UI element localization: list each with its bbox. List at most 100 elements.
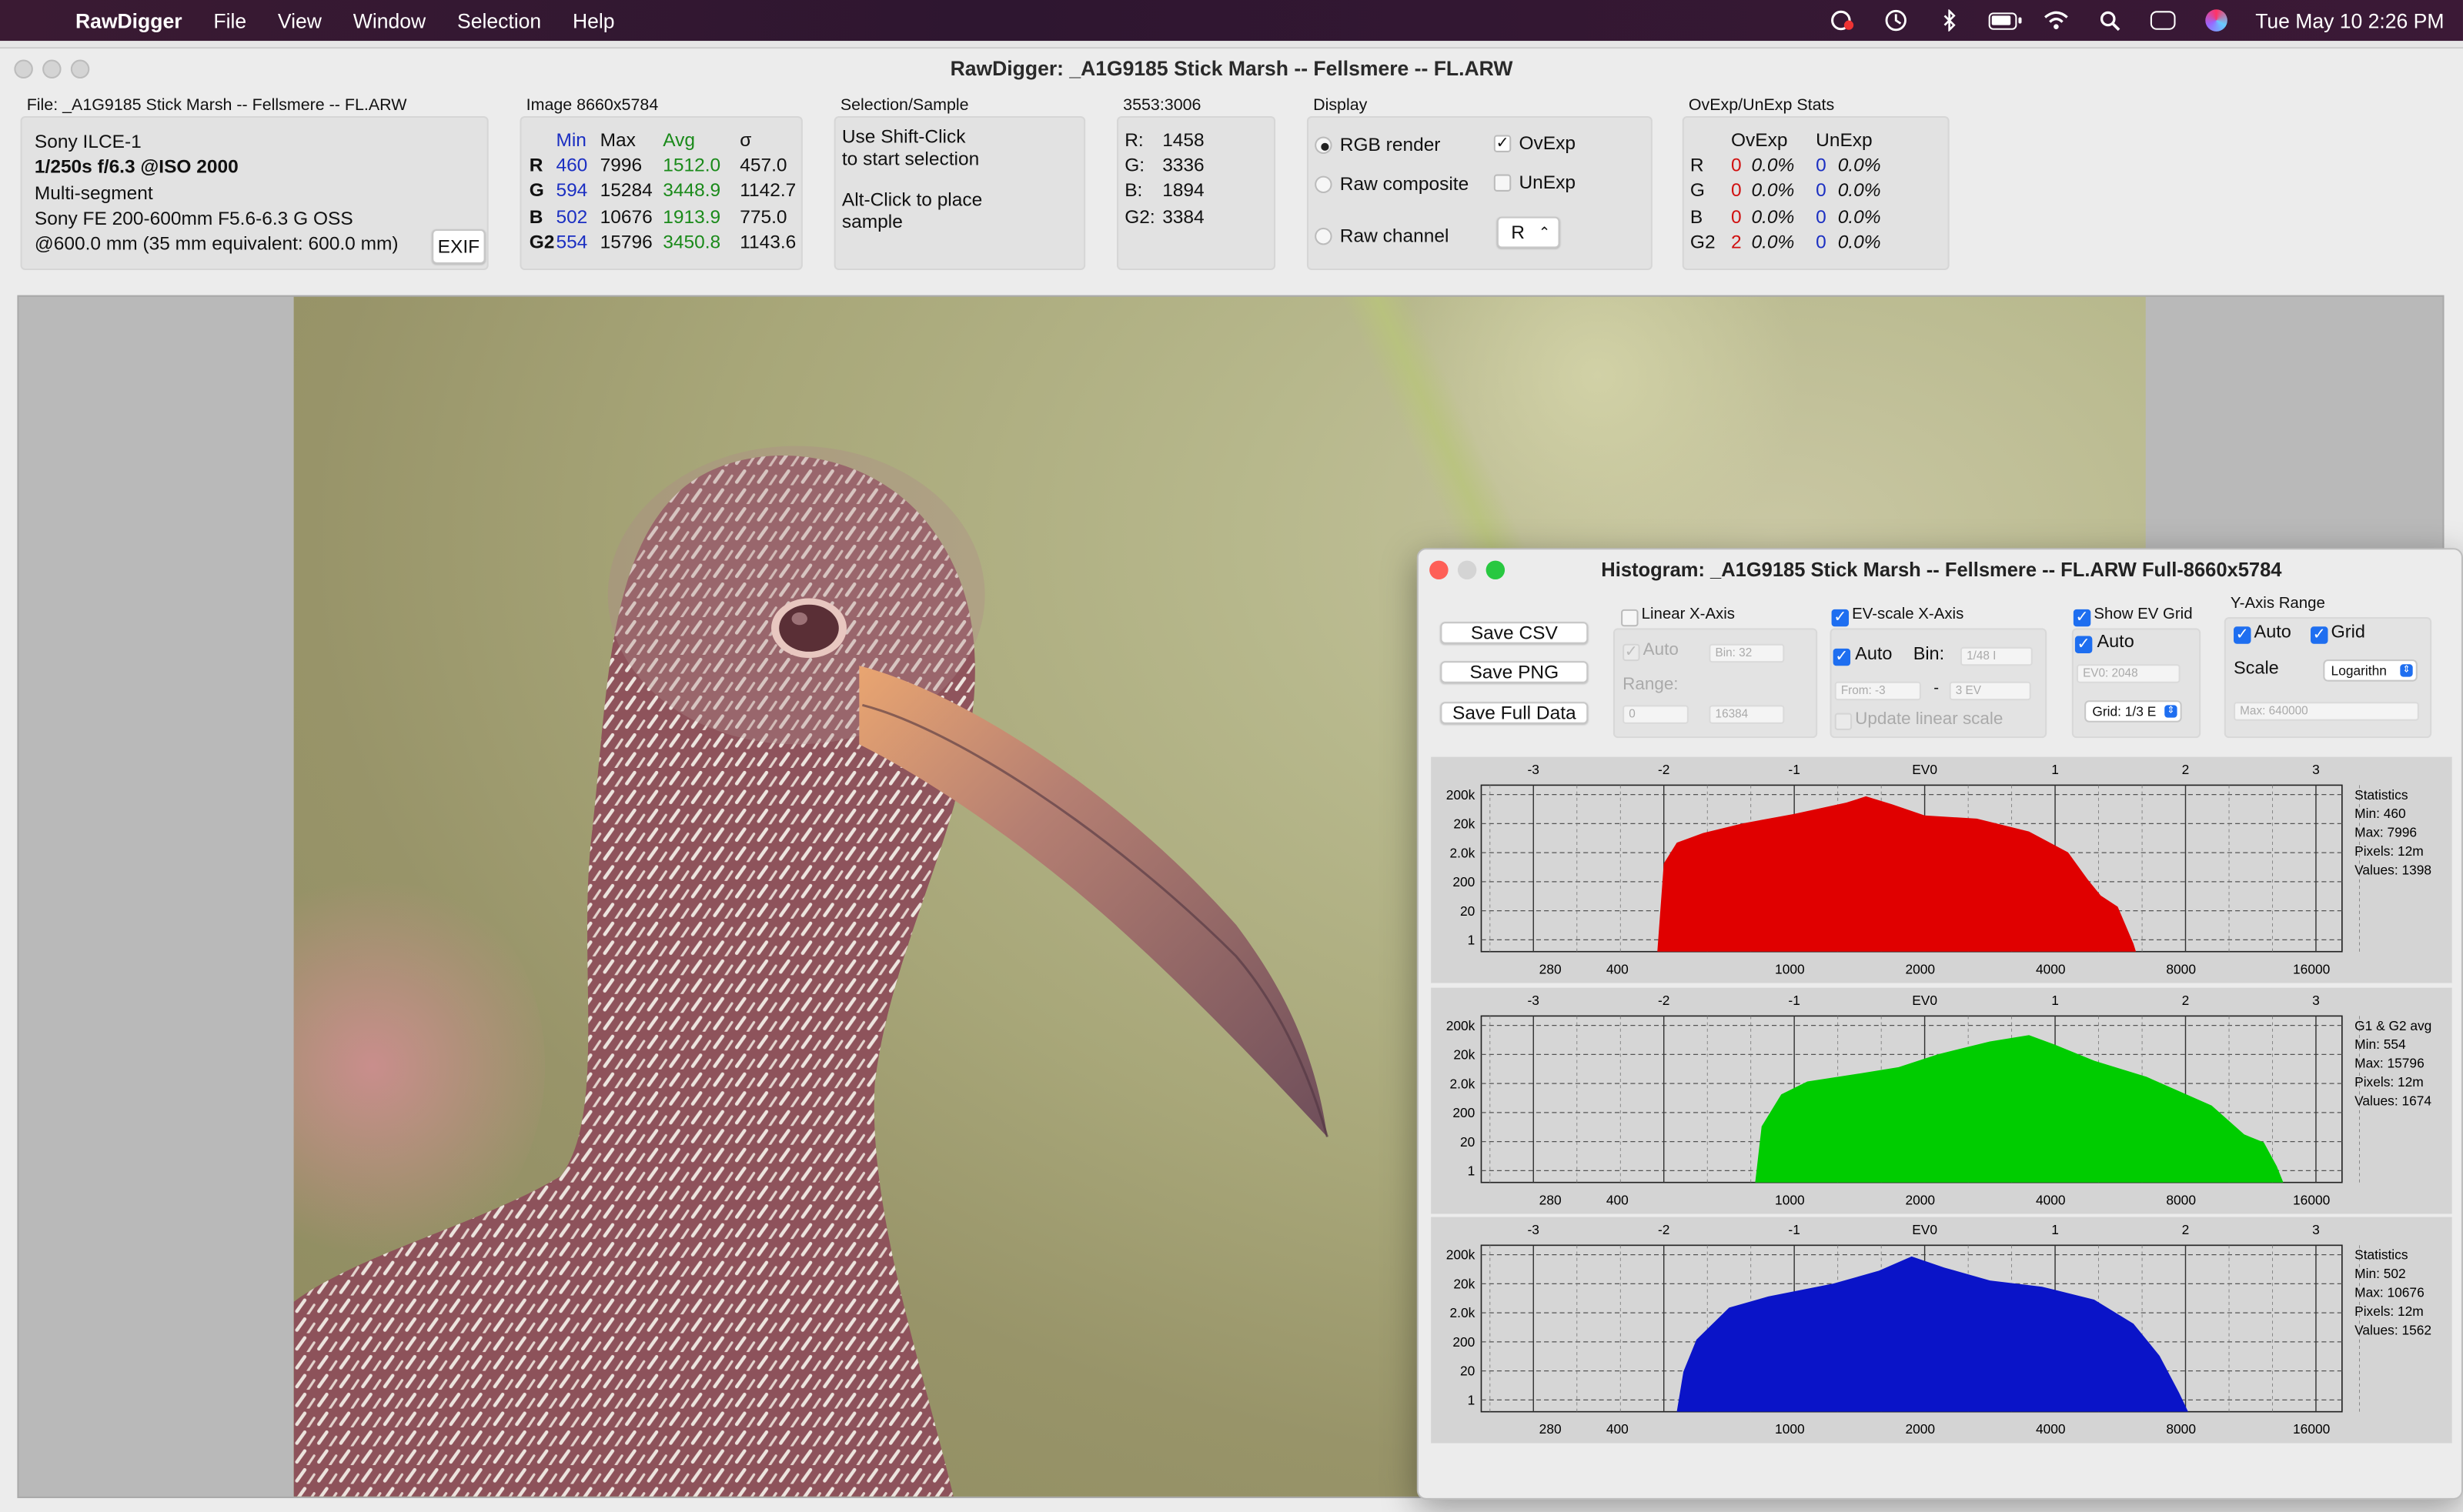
ovexp-label[interactable]: OvExp bbox=[1519, 132, 1576, 154]
y-tick-label: 20 bbox=[1460, 903, 1475, 919]
show-ev-grid-checkbox[interactable]: ✓ bbox=[2073, 609, 2091, 627]
rgb-render-label[interactable]: RGB render bbox=[1340, 133, 1441, 155]
header-sigma: σ bbox=[740, 129, 752, 151]
save-csv-button[interactable]: Save CSV bbox=[1440, 622, 1589, 644]
save-full-data-button[interactable]: Save Full Data bbox=[1440, 702, 1589, 724]
range-label: Range: bbox=[1623, 675, 1679, 695]
creative-cloud-icon[interactable] bbox=[1828, 9, 1856, 32]
time-machine-icon[interactable] bbox=[1881, 9, 1910, 32]
linear-auto-checkbox[interactable]: ✓ bbox=[1623, 643, 1640, 662]
ev-tick-label: 3 bbox=[2312, 1222, 2320, 1237]
ev-tick-label: -1 bbox=[1788, 993, 1800, 1008]
ev-auto-checkbox[interactable]: ✓ bbox=[1833, 648, 1851, 666]
minimize-button[interactable] bbox=[42, 59, 62, 79]
menu-window[interactable]: Window bbox=[337, 8, 441, 32]
x-tick-label: 4000 bbox=[2036, 961, 2066, 976]
y-tick-label: 200k bbox=[1446, 1247, 1475, 1263]
histogram-zoom-button[interactable] bbox=[1485, 560, 1506, 580]
search-icon[interactable] bbox=[2095, 9, 2124, 32]
row-g2-max: 15796 bbox=[600, 230, 653, 253]
raw-composite-radio[interactable] bbox=[1315, 175, 1332, 194]
ovexp-g-pct: 0.0% bbox=[1751, 179, 1795, 202]
bluetooth-icon[interactable] bbox=[1935, 9, 1963, 32]
menu-file[interactable]: File bbox=[198, 8, 262, 32]
selection-label: Selection/Sample bbox=[840, 95, 969, 115]
display-label: Display bbox=[1313, 95, 1368, 115]
unexp-checkbox[interactable] bbox=[1493, 174, 1512, 192]
focal-length: @600.0 mm (35 mm equivalent: 600.0 mm) bbox=[34, 232, 399, 255]
menu-app-name[interactable]: RawDigger bbox=[72, 8, 198, 32]
histogram-green-svg: 200k 20k 2.0k 200 20 1 -3 -2 -1 EV0 1 2 3 280 400 1000 2… bbox=[1446, 993, 2432, 1207]
zoom-button[interactable] bbox=[70, 59, 90, 79]
ev-grid-step-select[interactable]: Grid: 1/3 E ⇕ bbox=[2084, 700, 2182, 723]
show-ev-grid-label[interactable]: Show EV Grid bbox=[2094, 606, 2192, 623]
linear-auto-label: Auto bbox=[1643, 640, 1679, 660]
exif-button[interactable]: EXIF bbox=[432, 229, 486, 264]
ev0-field[interactable]: EV0: 2048 bbox=[2076, 664, 2181, 683]
histogram-close-button[interactable] bbox=[1429, 560, 1449, 580]
save-png-button[interactable]: Save PNG bbox=[1440, 661, 1589, 683]
x-tick-label: 2000 bbox=[1906, 961, 1936, 976]
unexp-b-pct: 0.0% bbox=[1837, 205, 1881, 228]
selection-hint-2: to start selection bbox=[841, 147, 980, 170]
raw-composite-label[interactable]: Raw composite bbox=[1340, 172, 1469, 195]
histogram-green-chart[interactable]: 200k 20k 2.0k 200 20 1 -3 -2 -1 EV0 1 2 3 280 400 1000 2… bbox=[1431, 987, 2452, 1214]
ev-to-field[interactable]: 3 EV bbox=[1949, 681, 2031, 701]
menu-help[interactable]: Help bbox=[557, 8, 630, 32]
y-tick-label: 2.0k bbox=[1450, 1305, 1475, 1320]
ev-x-checkbox[interactable]: ✓ bbox=[1831, 609, 1850, 627]
rgb-render-radio[interactable] bbox=[1315, 136, 1332, 154]
sample-r-label: R: bbox=[1125, 129, 1144, 151]
y-tick-label: 20 bbox=[1460, 1363, 1475, 1379]
y-auto-checkbox[interactable]: ✓ bbox=[2234, 626, 2251, 644]
y-tick-label: 200k bbox=[1446, 787, 1475, 803]
ev-bin-field[interactable]: 1/48 I bbox=[1960, 646, 2033, 666]
sample-r-value: 1458 bbox=[1162, 129, 1205, 151]
row-r-min: 460 bbox=[556, 153, 588, 176]
range-from-field[interactable]: 0 bbox=[1623, 705, 1689, 724]
update-linear-checkbox[interactable] bbox=[1834, 713, 1853, 730]
linear-x-label[interactable]: Linear X-Axis bbox=[1642, 606, 1735, 623]
ev-auto-label: Auto bbox=[1855, 645, 1893, 665]
linear-x-checkbox[interactable] bbox=[1621, 609, 1639, 627]
ev-tick-label: -2 bbox=[1658, 762, 1669, 777]
battery-icon[interactable] bbox=[1988, 9, 2022, 32]
x-tick-label: 1000 bbox=[1775, 961, 1805, 976]
histogram-minimize-button[interactable] bbox=[1457, 560, 1477, 580]
unexp-label[interactable]: UnExp bbox=[1519, 171, 1576, 193]
selection-hint-3: Alt-Click to place bbox=[841, 188, 983, 211]
ovexp-checkbox[interactable]: ✓ bbox=[1493, 135, 1512, 152]
ev-tick-label: -2 bbox=[1658, 1222, 1669, 1237]
scale-select[interactable]: Logarithn ⇕ bbox=[2323, 659, 2418, 682]
linear-bin-field[interactable]: Bin: 32 bbox=[1709, 643, 1785, 663]
siri-icon[interactable] bbox=[2202, 9, 2231, 32]
y-max-field[interactable]: Max: 640000 bbox=[2234, 702, 2419, 721]
selection-panel: Use Shift-Click to start selection Alt-C… bbox=[834, 116, 1086, 271]
range-to-field[interactable]: 16384 bbox=[1709, 705, 1785, 724]
histogram-blue-chart[interactable]: 200k 20k 2.0k 200 20 1 -3 -2 -1 EV0 1 2 3 280 400 1000 2… bbox=[1431, 1217, 2452, 1444]
menu-selection[interactable]: Selection bbox=[442, 8, 557, 32]
clock[interactable]: Tue May 10 2:26 PM bbox=[2255, 8, 2444, 32]
control-center-icon[interactable] bbox=[2148, 9, 2177, 32]
ev-grid-auto-checkbox[interactable]: ✓ bbox=[2074, 636, 2093, 653]
unexp-g-pct: 0.0% bbox=[1837, 179, 1881, 202]
close-button[interactable] bbox=[14, 59, 33, 79]
menu-bar: RawDigger File View Window Selection Hel… bbox=[0, 0, 2463, 42]
y-tick-label: 1 bbox=[1468, 1392, 1475, 1407]
ev-tick-label: 1 bbox=[2051, 762, 2059, 777]
ev-grid-step-value: Grid: 1/3 E bbox=[2092, 703, 2157, 719]
ovexp-header: OvExp bbox=[1730, 129, 1788, 151]
unexp-r-pct: 0.0% bbox=[1837, 153, 1881, 176]
raw-channel-label[interactable]: Raw channel bbox=[1340, 225, 1449, 247]
raw-channel-radio[interactable] bbox=[1315, 227, 1332, 245]
y-grid-checkbox[interactable]: ✓ bbox=[2311, 626, 2328, 644]
menu-view[interactable]: View bbox=[262, 8, 338, 32]
channel-select[interactable]: R ⌃ bbox=[1496, 216, 1560, 249]
histogram-stat-line: Max: 15796 bbox=[2354, 1056, 2425, 1071]
ovexp-g-count: 0 bbox=[1730, 179, 1742, 202]
ovexp-g2-count: 2 bbox=[1730, 230, 1742, 253]
ev-from-field[interactable]: From: -3 bbox=[1834, 681, 1921, 701]
histogram-red-chart[interactable]: 200k 20k 2.0k 200 20 1 -3 -2 -1 EV0 1 2 3 280 400 1000 2… bbox=[1431, 756, 2452, 983]
wifi-icon[interactable] bbox=[2042, 9, 2070, 32]
ev-x-label[interactable]: EV-scale X-Axis bbox=[1852, 606, 1963, 623]
